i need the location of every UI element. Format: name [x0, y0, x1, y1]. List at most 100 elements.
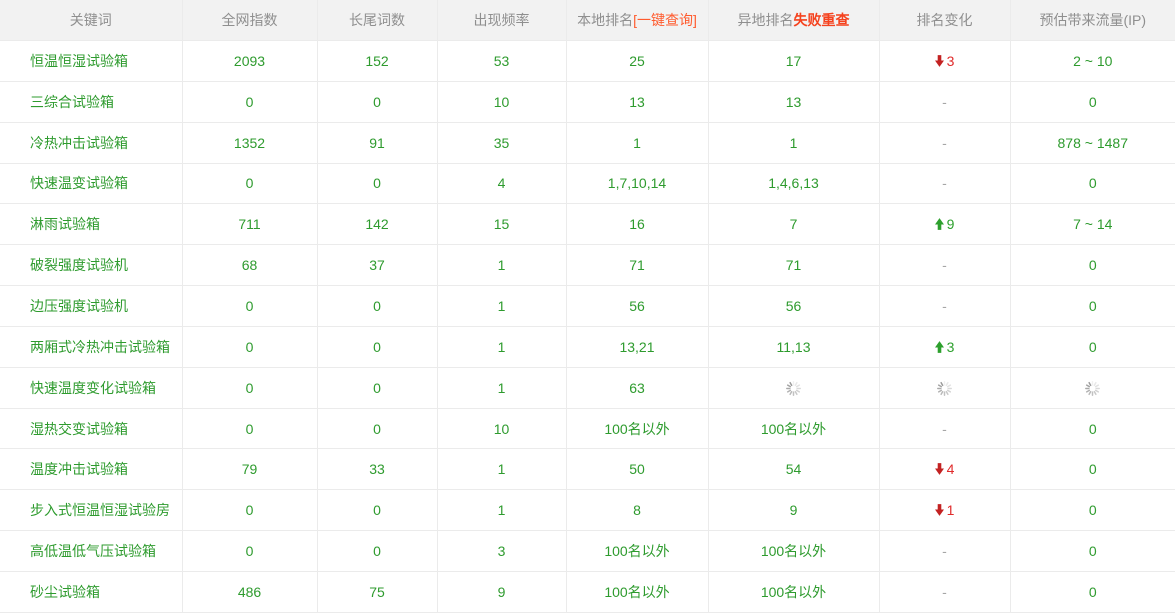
traffic-cell: 0: [1010, 449, 1175, 490]
index-cell: 0: [182, 286, 317, 327]
freq-cell: 1: [437, 490, 566, 531]
remote-cell: 56: [708, 286, 879, 327]
rank-change-value: 3: [935, 53, 955, 69]
rank-change-value: 4: [935, 461, 955, 477]
local-cell: 100名以外: [566, 531, 708, 572]
column-header-label: 异地排名: [738, 12, 794, 28]
rank-change-value: 3: [935, 339, 955, 355]
index-cell: 0: [182, 326, 317, 367]
column-header-traffic: 预估带来流量(IP): [1010, 0, 1175, 41]
change-cell: 3: [879, 326, 1010, 367]
keyword-rank-table: 关键词全网指数长尾词数出现频率本地排名[一键查询]异地排名失败重查排名变化预估带…: [0, 0, 1175, 613]
keyword-cell: 步入式恒温恒湿试验房: [0, 490, 182, 531]
no-change-dash: -: [942, 94, 947, 110]
column-header-label: 排名变化: [917, 12, 973, 28]
keyword-cell: 恒温恒湿试验箱: [0, 41, 182, 82]
longtail-cell: 0: [317, 81, 437, 122]
local-cell: 56: [566, 286, 708, 327]
column-header-longtail: 长尾词数: [317, 0, 437, 41]
table-row: 边压强度试验机0015656-0: [0, 286, 1175, 327]
longtail-cell: 33: [317, 449, 437, 490]
spinner-icon: [936, 380, 953, 397]
freq-cell: 53: [437, 41, 566, 82]
freq-cell: 1: [437, 286, 566, 327]
query-all-button[interactable]: [一键查询]: [633, 12, 697, 28]
arrow-up-icon: [935, 218, 944, 230]
change-cell: -: [879, 286, 1010, 327]
table-row: 两厢式冷热冲击试验箱00113,2111,1330: [0, 326, 1175, 367]
table-row: 湿热交变试验箱0010100名以外100名以外-0: [0, 408, 1175, 449]
change-cell: -: [879, 408, 1010, 449]
arrow-down-icon: [935, 463, 944, 475]
change-cell: -: [879, 531, 1010, 572]
keyword-cell: 快速温度变化试验箱: [0, 367, 182, 408]
change-cell: 4: [879, 449, 1010, 490]
table-body: 恒温恒湿试验箱209315253251732 ~ 10三综合试验箱0010131…: [0, 41, 1175, 613]
local-cell: 71: [566, 245, 708, 286]
table-row: 高低温低气压试验箱003100名以外100名以外-0: [0, 531, 1175, 572]
local-cell: 13: [566, 81, 708, 122]
keyword-cell: 两厢式冷热冲击试验箱: [0, 326, 182, 367]
column-header-change: 排名变化: [879, 0, 1010, 41]
column-header-local: 本地排名[一键查询]: [566, 0, 708, 41]
change-cell: 9: [879, 204, 1010, 245]
change-cell: -: [879, 571, 1010, 612]
remote-cell: 7: [708, 204, 879, 245]
spinner-icon: [1084, 380, 1101, 397]
longtail-cell: 37: [317, 245, 437, 286]
arrow-up-icon: [935, 341, 944, 353]
table-row: 破裂强度试验机683717171-0: [0, 245, 1175, 286]
no-change-dash: -: [942, 298, 947, 314]
freq-cell: 1: [437, 326, 566, 367]
arrow-down-icon: [935, 55, 944, 67]
rank-change-value: 1: [935, 502, 955, 518]
local-cell: 25: [566, 41, 708, 82]
index-cell: 68: [182, 245, 317, 286]
no-change-dash: -: [942, 543, 947, 559]
remote-cell: 1,4,6,13: [708, 163, 879, 204]
header-row: 关键词全网指数长尾词数出现频率本地排名[一键查询]异地排名失败重查排名变化预估带…: [0, 0, 1175, 41]
change-cell: -: [879, 122, 1010, 163]
freq-cell: 4: [437, 163, 566, 204]
index-cell: 711: [182, 204, 317, 245]
table-row: 淋雨试验箱7111421516797 ~ 14: [0, 204, 1175, 245]
keyword-cell: 湿热交变试验箱: [0, 408, 182, 449]
keyword-cell: 边压强度试验机: [0, 286, 182, 327]
keyword-cell: 破裂强度试验机: [0, 245, 182, 286]
table-row: 三综合试验箱00101313-0: [0, 81, 1175, 122]
longtail-cell: 0: [317, 531, 437, 572]
longtail-cell: 91: [317, 122, 437, 163]
table-row: 快速温变试验箱0041,7,10,141,4,6,13-0: [0, 163, 1175, 204]
index-cell: 0: [182, 163, 317, 204]
remote-cell: 11,13: [708, 326, 879, 367]
remote-cell: 13: [708, 81, 879, 122]
keyword-cell: 砂尘试验箱: [0, 571, 182, 612]
arrow-down-icon: [935, 504, 944, 516]
freq-cell: 1: [437, 449, 566, 490]
traffic-cell: 2 ~ 10: [1010, 41, 1175, 82]
no-change-dash: -: [942, 584, 947, 600]
change-cell: [879, 367, 1010, 408]
traffic-cell: 0: [1010, 286, 1175, 327]
keyword-cell: 温度冲击试验箱: [0, 449, 182, 490]
recheck-failed-button[interactable]: 失败重查: [794, 12, 850, 28]
change-cell: 3: [879, 41, 1010, 82]
traffic-cell: 0: [1010, 490, 1175, 531]
local-cell: 100名以外: [566, 571, 708, 612]
keyword-cell: 快速温变试验箱: [0, 163, 182, 204]
freq-cell: 10: [437, 408, 566, 449]
longtail-cell: 0: [317, 286, 437, 327]
local-cell: 1,7,10,14: [566, 163, 708, 204]
table-row: 快速温度变化试验箱00163: [0, 367, 1175, 408]
freq-cell: 1: [437, 245, 566, 286]
spinner-icon: [785, 380, 802, 397]
column-header-label: 预估带来流量(IP): [1039, 12, 1146, 28]
local-cell: 50: [566, 449, 708, 490]
remote-cell: 9: [708, 490, 879, 531]
longtail-cell: 0: [317, 490, 437, 531]
traffic-cell: 0: [1010, 245, 1175, 286]
remote-cell: 100名以外: [708, 408, 879, 449]
change-cell: -: [879, 163, 1010, 204]
traffic-cell: 0: [1010, 571, 1175, 612]
freq-cell: 10: [437, 81, 566, 122]
